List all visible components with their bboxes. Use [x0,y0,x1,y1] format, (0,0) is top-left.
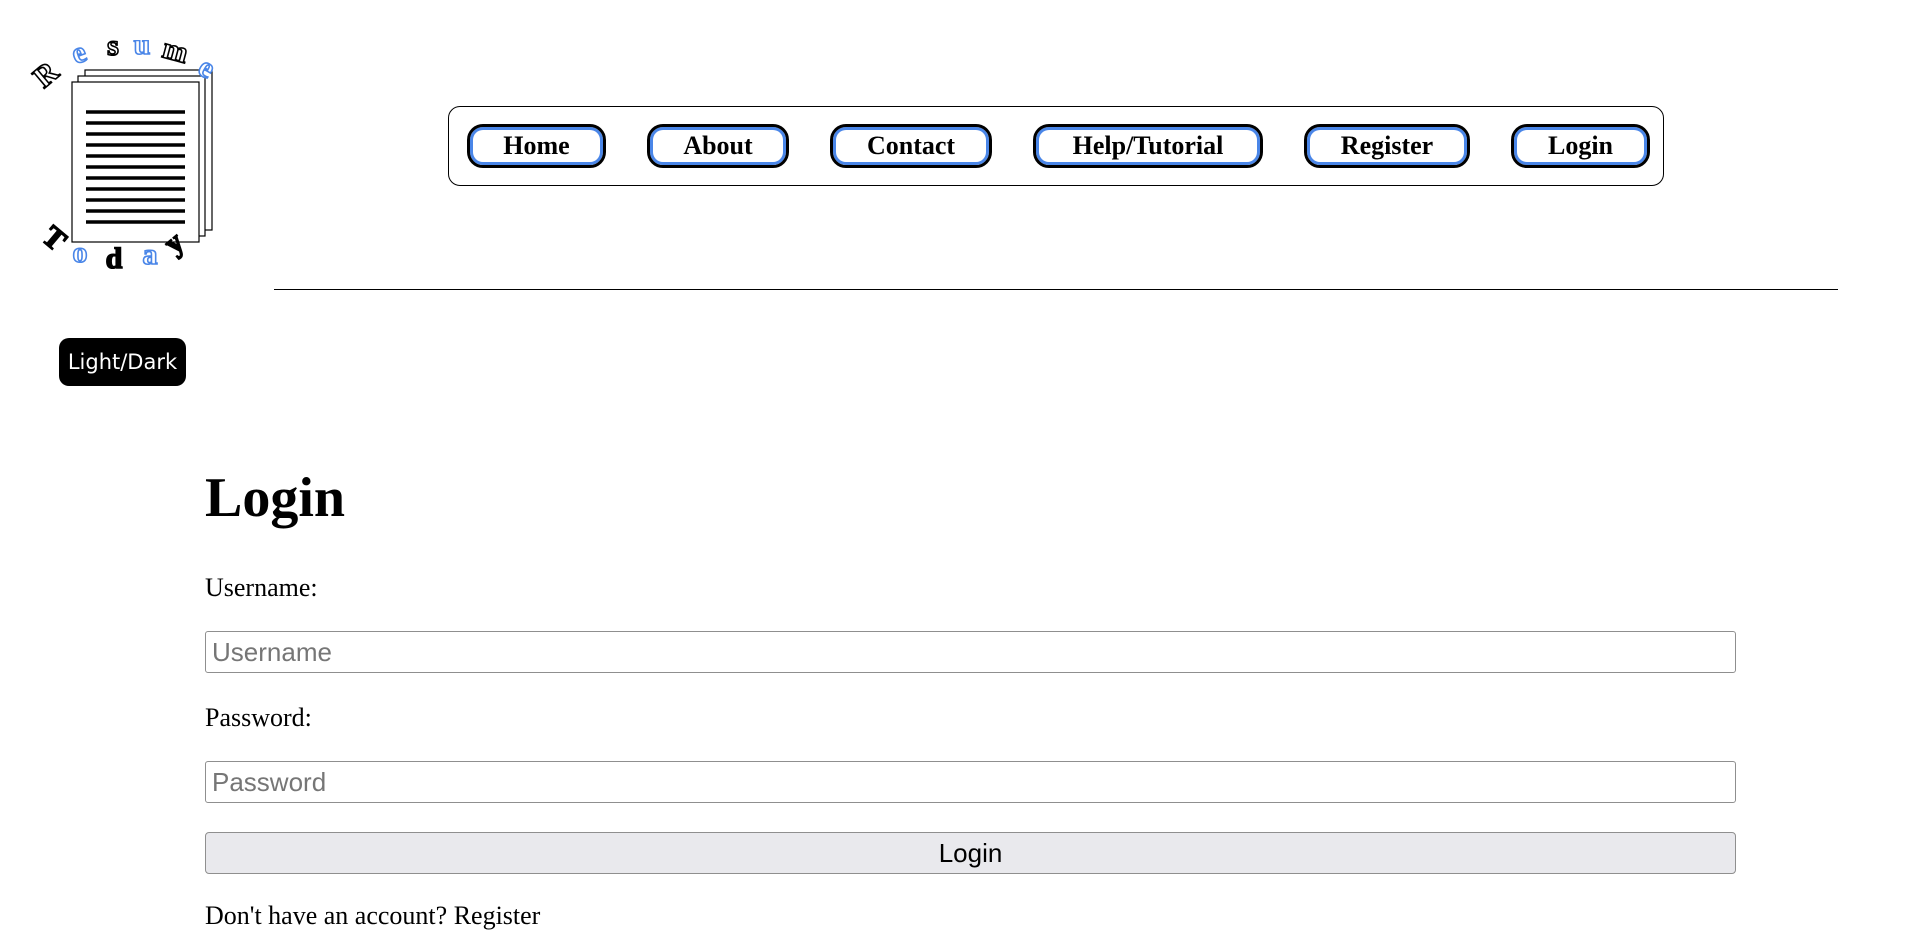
password-label: Password: [205,703,312,732]
logo-page-front [71,81,200,243]
register-prompt[interactable]: Don't have an account? Register [205,901,540,931]
logo-letter: e [193,50,221,85]
nav-register-button[interactable]: Register [1304,124,1470,168]
logo-letter: d [106,242,123,275]
header-divider [274,289,1838,290]
logo-letter: e [67,40,91,71]
username-input[interactable] [205,631,1736,673]
logo-graphic: Re s u m e Today [26,27,221,276]
password-input[interactable] [205,761,1736,803]
light-dark-toggle-button[interactable]: Light/Dark [59,338,186,386]
nav-about-button[interactable]: About [647,124,789,168]
login-submit-button[interactable]: Login [205,832,1736,874]
logo-letter: T [36,220,73,258]
nav-help-tutorial-button[interactable]: Help/Tutorial [1033,124,1263,168]
nav-home-button[interactable]: Home [467,124,606,168]
logo-letter: s [107,40,119,62]
page-title: Login [205,467,346,529]
resume-today-logo: Resume Today [26,27,250,280]
main-navigation: Home About Contact Help/Tutorial Registe… [448,106,1664,186]
logo-letter: o [73,236,88,269]
logo-letter: m [159,40,192,70]
username-label: Username: [205,573,318,602]
logo-letter: a [143,238,158,271]
logo-letter: R [30,55,65,94]
logo-letter: u [134,40,151,61]
nav-login-button[interactable]: Login [1511,124,1650,168]
nav-contact-button[interactable]: Contact [830,124,992,168]
